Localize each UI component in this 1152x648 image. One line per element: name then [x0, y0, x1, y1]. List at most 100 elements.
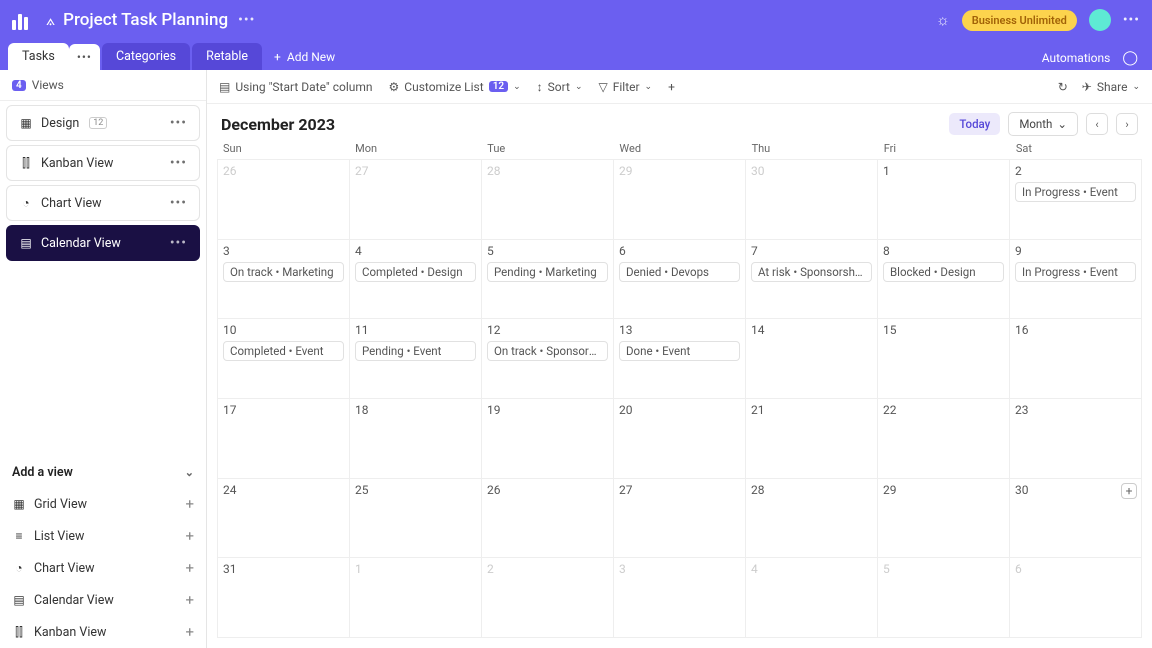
calendar-day[interactable]: 2: [482, 558, 614, 638]
calendar-day[interactable]: 3: [614, 558, 746, 638]
calendar-event[interactable]: In Progress • Event: [1015, 262, 1136, 282]
calendar-day[interactable]: 5: [878, 558, 1010, 638]
calendar-day[interactable]: 5Pending • Marketing: [482, 240, 614, 320]
day-number: 21: [751, 403, 872, 417]
toolbar-add-button[interactable]: +: [668, 80, 675, 94]
calendar-day[interactable]: 16: [1010, 319, 1142, 399]
view-more-button[interactable]: •••: [170, 115, 187, 131]
sidebar-view-calendar-view[interactable]: ▤Calendar View•••: [6, 225, 200, 261]
calendar-day[interactable]: 2In Progress • Event: [1010, 160, 1142, 240]
calendar-day[interactable]: 17: [218, 399, 350, 479]
day-number: 5: [883, 562, 1004, 576]
tab-categories[interactable]: Categories: [102, 43, 190, 70]
calendar-day[interactable]: 12On track • Sponsorship…: [482, 319, 614, 399]
add-new-tab[interactable]: +Add New: [262, 44, 347, 70]
calendar-day[interactable]: 14: [746, 319, 878, 399]
day-number: 13: [619, 323, 740, 337]
calendar-event[interactable]: Completed • Design: [355, 262, 476, 282]
tab-retable[interactable]: Retable: [192, 43, 262, 70]
tab-tasks-more[interactable]: •••: [69, 44, 100, 70]
day-number: 26: [487, 483, 608, 497]
calendar-event[interactable]: Blocked • Design: [883, 262, 1004, 282]
calendar-day[interactable]: 3On track • Marketing: [218, 240, 350, 320]
user-avatar[interactable]: [1089, 9, 1111, 31]
theme-toggle-icon[interactable]: ☼: [936, 11, 950, 29]
calendar-day[interactable]: 18: [350, 399, 482, 479]
add-view-kanban-view[interactable]: ⫿⫿Kanban View+: [0, 616, 206, 648]
calendar-day[interactable]: 1: [350, 558, 482, 638]
top-more-button[interactable]: •••: [1123, 12, 1140, 28]
automations-link[interactable]: Automations: [1042, 51, 1111, 65]
calendar-day[interactable]: 8Blocked • Design: [878, 240, 1010, 320]
calendar-event[interactable]: On track • Sponsorship…: [487, 341, 608, 361]
next-month-button[interactable]: ›: [1116, 113, 1138, 135]
add-view-header[interactable]: Add a view ⌄: [0, 457, 206, 488]
day-number: 4: [355, 244, 476, 258]
customize-list-button[interactable]: ⚙ Customize List 12 ⌄: [389, 80, 521, 94]
add-view-calendar-view[interactable]: ▤Calendar View+: [0, 584, 206, 616]
period-selector[interactable]: Month ⌄: [1008, 112, 1078, 136]
view-more-button[interactable]: •••: [170, 195, 187, 211]
calendar-day[interactable]: 28: [746, 479, 878, 559]
calendar-day[interactable]: 7At risk • Sponsorships: [746, 240, 878, 320]
calendar-day[interactable]: 1: [878, 160, 1010, 240]
calendar-event[interactable]: On track • Marketing: [223, 262, 344, 282]
calendar-day[interactable]: 9In Progress • Event: [1010, 240, 1142, 320]
sort-button[interactable]: ↕ Sort ⌄: [537, 80, 583, 94]
prev-month-button[interactable]: ‹: [1086, 113, 1108, 135]
app-logo[interactable]: [12, 10, 32, 30]
calendar-day[interactable]: 11Pending • Event: [350, 319, 482, 399]
calendar-day[interactable]: 28: [482, 160, 614, 240]
add-view-grid-view[interactable]: ▦Grid View+: [0, 488, 206, 520]
calendar-day[interactable]: 30+: [1010, 479, 1142, 559]
calendar-event[interactable]: Completed • Event: [223, 341, 344, 361]
calendar-day[interactable]: 10 Completed • Event: [218, 319, 350, 399]
view-more-button[interactable]: •••: [170, 235, 187, 251]
filter-button[interactable]: ▽ Filter ⌄: [598, 80, 652, 94]
calendar-day[interactable]: 22: [878, 399, 1010, 479]
tab-tasks[interactable]: Tasks: [8, 43, 69, 70]
sidebar-view-chart-view[interactable]: ◔Chart View•••: [6, 185, 200, 221]
calendar-event[interactable]: In Progress • Event: [1015, 182, 1136, 202]
calendar-day[interactable]: 27: [350, 160, 482, 240]
calendar-day[interactable]: 30: [746, 160, 878, 240]
calendar-day[interactable]: 4: [746, 558, 878, 638]
add-view-list-view[interactable]: ≡List View+: [0, 520, 206, 552]
plan-badge[interactable]: Business Unlimited: [962, 10, 1077, 31]
calendar-day[interactable]: 4 Completed • Design: [350, 240, 482, 320]
calendar-event[interactable]: Denied • Devops: [619, 262, 740, 282]
calendar-day[interactable]: 27: [614, 479, 746, 559]
calendar-day[interactable]: 23: [1010, 399, 1142, 479]
day-number: 10: [223, 323, 344, 337]
calendar-day[interactable]: 26: [218, 160, 350, 240]
calendar-day[interactable]: 6: [1010, 558, 1142, 638]
calendar-event[interactable]: Done • Event: [619, 341, 740, 361]
calendar-day[interactable]: 31: [218, 558, 350, 638]
calendar-day[interactable]: 20: [614, 399, 746, 479]
calendar-day[interactable]: 26: [482, 479, 614, 559]
calendar-day[interactable]: 29: [878, 479, 1010, 559]
calendar-day[interactable]: 19: [482, 399, 614, 479]
calendar-day[interactable]: 21: [746, 399, 878, 479]
calendar-icon: ▤: [219, 80, 230, 94]
calendar-day[interactable]: 13 Done • Event: [614, 319, 746, 399]
add-view-chart-view[interactable]: ◔Chart View+: [0, 552, 206, 584]
using-column-button[interactable]: ▤ Using "Start Date" column: [219, 80, 373, 94]
calendar-day[interactable]: 24: [218, 479, 350, 559]
today-button[interactable]: Today: [949, 113, 1000, 135]
share-button[interactable]: ✈ Share ⌄: [1082, 80, 1140, 94]
calendar-event[interactable]: At risk • Sponsorships: [751, 262, 872, 282]
chat-icon[interactable]: ◯: [1122, 50, 1138, 66]
calendar-day[interactable]: 29: [614, 160, 746, 240]
calendar-day[interactable]: 25: [350, 479, 482, 559]
sidebar-view-design[interactable]: ▦Design12•••: [6, 105, 200, 141]
history-icon[interactable]: ↻: [1058, 80, 1068, 94]
calendar-event[interactable]: Pending • Event: [355, 341, 476, 361]
add-event-button[interactable]: +: [1121, 483, 1137, 499]
calendar-day[interactable]: 6Denied • Devops: [614, 240, 746, 320]
calendar-day[interactable]: 15: [878, 319, 1010, 399]
view-more-button[interactable]: •••: [170, 155, 187, 171]
calendar-event[interactable]: Pending • Marketing: [487, 262, 608, 282]
sidebar-view-kanban-view[interactable]: ⫿⫿Kanban View•••: [6, 145, 200, 181]
title-more-button[interactable]: •••: [238, 12, 255, 28]
